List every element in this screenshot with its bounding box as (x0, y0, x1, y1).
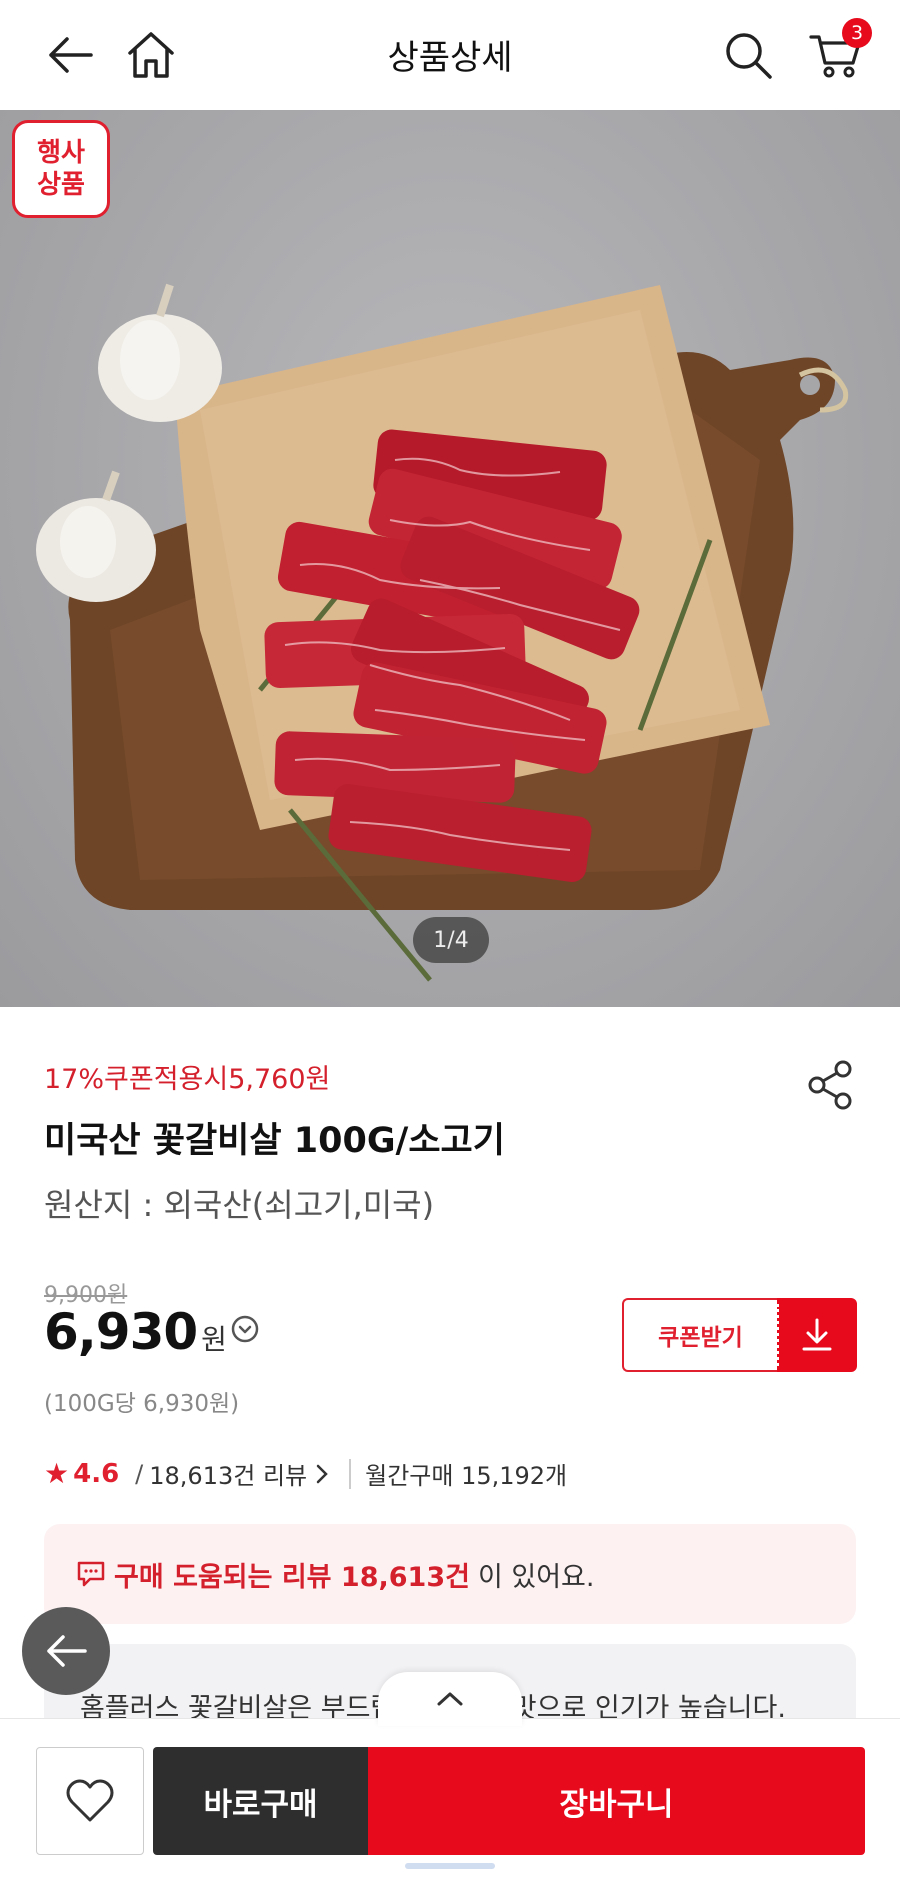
event-badge-line1: 행사 (37, 138, 85, 168)
star-icon: ★ (44, 1457, 70, 1490)
bottom-action-bar: 바로구매 장바구니 (0, 1718, 900, 1880)
chevron-up-icon (437, 1692, 463, 1706)
rating-row: ★ 4.6 / 18,613건 리뷰 월간구매 15,192개 (44, 1456, 567, 1491)
chat-bubble-icon (77, 1561, 105, 1587)
divider (349, 1458, 352, 1489)
review-banner-text: 이 있어요. (477, 1561, 595, 1593)
collapse-toggle[interactable] (378, 1672, 522, 1726)
share-icon (808, 1060, 852, 1110)
price-detail-toggle[interactable] (230, 1314, 260, 1344)
coupon-download-area (776, 1298, 857, 1372)
event-badge-line2: 상품 (37, 170, 85, 200)
search-button[interactable] (715, 22, 781, 88)
review-count: 18,613건 리뷰 (149, 1462, 308, 1490)
monthly-purchase: 월간구매 15,192개 (365, 1462, 568, 1490)
chevron-down-circle-icon (231, 1315, 259, 1343)
top-app-bar: 상품상세 3 (0, 0, 900, 110)
cart-count-badge: 3 (842, 18, 872, 48)
helpful-review-banner[interactable]: 구매 도움되는 리뷰 18,613건 이 있어요. (44, 1524, 856, 1624)
price-currency: 원 (201, 1323, 227, 1356)
coupon-price-text: 17%쿠폰적용시5,760원 (44, 1064, 331, 1095)
arrow-left-icon (47, 1635, 87, 1667)
floating-back-button[interactable] (22, 1607, 110, 1695)
rating-score: 4.6 (73, 1458, 120, 1489)
sale-price: 6,930 원 (44, 1303, 227, 1361)
share-button[interactable] (804, 1058, 858, 1112)
home-indicator (405, 1863, 495, 1869)
buy-now-button[interactable]: 바로구매 (153, 1747, 368, 1855)
review-count-link[interactable]: 18,613건 리뷰 (149, 1456, 331, 1491)
unit-price: (100G당 6,930원) (44, 1391, 240, 1417)
heart-icon (66, 1779, 114, 1822)
search-icon (726, 33, 772, 79)
chevron-right-icon (316, 1464, 328, 1483)
coupon-button-label: 쿠폰받기 (622, 1298, 777, 1372)
wishlist-button[interactable] (36, 1747, 144, 1855)
coupon-download-button[interactable]: 쿠폰받기 (622, 1298, 857, 1372)
cart-button[interactable]: 3 (800, 18, 872, 88)
price-amount: 6,930 (44, 1303, 198, 1361)
image-counter: 1/4 (413, 917, 489, 963)
product-photo (36, 283, 849, 982)
download-icon (802, 1318, 832, 1351)
product-image-carousel[interactable]: 행사 상품 1/4 (0, 110, 900, 1007)
review-banner-highlight: 구매 도움되는 리뷰 18,613건 (114, 1561, 470, 1593)
origin-text: 원산지 : 외국산(쇠고기,미국) (44, 1186, 435, 1224)
add-to-cart-button[interactable]: 장바구니 (368, 1747, 865, 1855)
event-product-badge: 행사 상품 (12, 120, 110, 218)
product-name: 미국산 꽃갈비살 100G/소고기 (44, 1121, 505, 1161)
rating-separator: / (135, 1459, 144, 1488)
